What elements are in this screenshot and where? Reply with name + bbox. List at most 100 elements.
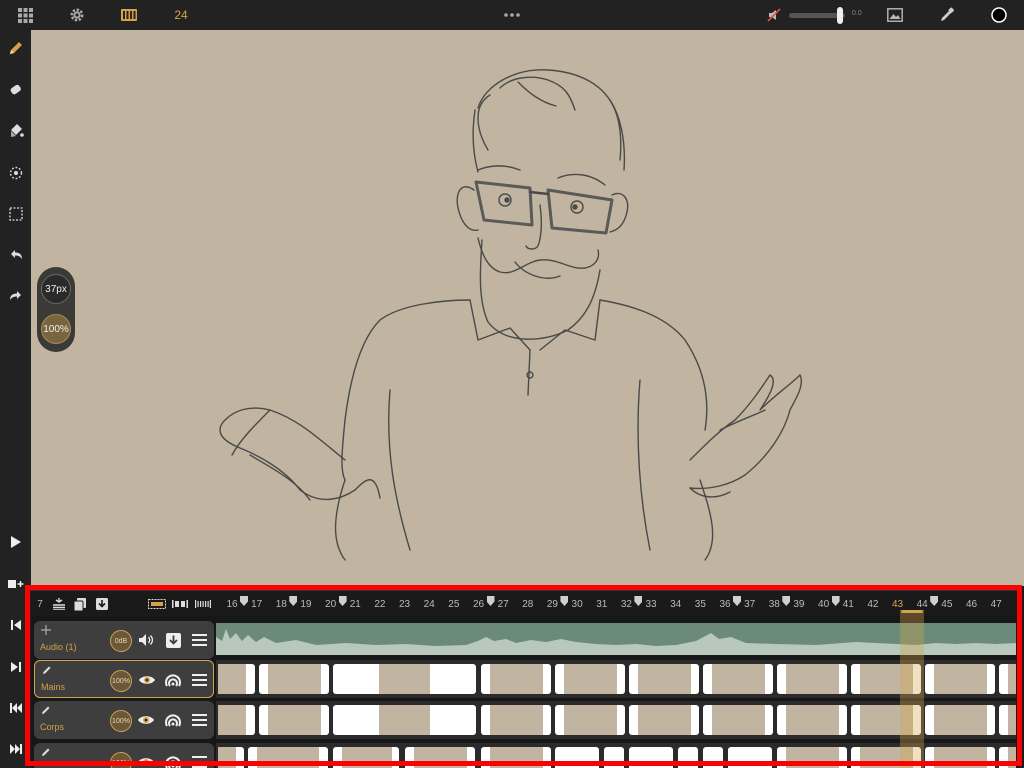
frame-number-label[interactable]: 31	[596, 599, 607, 610]
keyframe-marker[interactable]	[486, 596, 495, 606]
frame-number-label[interactable]: 21	[350, 599, 361, 610]
frame-number-label[interactable]: 25	[448, 599, 459, 610]
frame-number-label[interactable]: 16	[226, 599, 237, 610]
keyframe-marker[interactable]	[831, 596, 840, 606]
keyframe-marker[interactable]	[289, 596, 298, 606]
onion-skin-rings-icon[interactable]	[163, 710, 183, 730]
audio-waveform[interactable]	[216, 623, 1016, 655]
frame-number-label[interactable]: 28	[522, 599, 533, 610]
lasso-icon[interactable]	[3, 160, 29, 186]
frame-number-label[interactable]: 17	[251, 599, 262, 610]
frame-number-label[interactable]: 26	[473, 599, 484, 610]
jump-start-icon[interactable]	[3, 612, 29, 638]
import-icon[interactable]	[95, 597, 109, 611]
visibility-eye-icon[interactable]	[136, 752, 156, 768]
keyframe-marker[interactable]	[930, 596, 939, 606]
track-audio[interactable]: Audio (1) 0dB	[34, 621, 214, 659]
speaker-icon[interactable]	[136, 630, 156, 650]
prev-frame-icon[interactable]	[3, 695, 29, 721]
more-dots-icon[interactable]	[500, 0, 524, 30]
film-strip-icon[interactable]	[118, 0, 140, 30]
frame-number-label[interactable]: 43	[892, 599, 903, 610]
color-swatch-icon[interactable]	[988, 0, 1010, 30]
paint-bucket-icon[interactable]	[3, 118, 29, 144]
track-mains[interactable]: Mains 100%	[34, 660, 214, 698]
drawing-canvas[interactable]	[31, 30, 1024, 586]
frame-number-label[interactable]: 20	[325, 599, 336, 610]
keyframe-marker[interactable]	[733, 596, 741, 606]
copy-frame-icon[interactable]	[73, 597, 87, 611]
frame-number-label[interactable]: 38	[769, 599, 780, 610]
brush-opacity-button[interactable]: 100%	[41, 314, 71, 344]
third-frame-cells[interactable]	[216, 743, 1016, 768]
gear-icon[interactable]	[66, 0, 88, 30]
visibility-eye-icon[interactable]	[137, 670, 157, 690]
fps-label[interactable]: 24	[170, 0, 192, 30]
frame-number-label[interactable]: 33	[645, 599, 656, 610]
eyedropper-icon[interactable]	[936, 0, 958, 30]
onion-skin-rings-icon[interactable]	[163, 752, 183, 768]
frame-number-label[interactable]: 27	[498, 599, 509, 610]
frame-number-label[interactable]: 40	[818, 599, 829, 610]
frame-number-label[interactable]: 23	[399, 599, 410, 610]
undo-icon[interactable]	[3, 242, 29, 268]
play-icon[interactable]	[3, 529, 29, 555]
frame-number-label[interactable]: 36	[719, 599, 730, 610]
onion-skin-icon[interactable]	[51, 597, 67, 611]
frame-number-label[interactable]: 30	[572, 599, 583, 610]
frame-number-label[interactable]: 24	[424, 599, 435, 610]
grid-icon[interactable]	[14, 0, 36, 30]
onion-skin-rings-icon[interactable]	[163, 670, 183, 690]
frame-range-icon[interactable]	[148, 597, 166, 611]
mains-frame-cells[interactable]	[216, 660, 1016, 698]
frame-number-label[interactable]: 37	[744, 599, 755, 610]
frame-number-label[interactable]: 47	[991, 599, 1002, 610]
timeline-zoom-icon[interactable]	[171, 597, 189, 611]
pencil-icon[interactable]	[3, 35, 29, 61]
track-corps[interactable]: Corps 100%	[34, 701, 214, 739]
playhead[interactable]	[900, 610, 924, 768]
opacity-badge[interactable]: 100%	[110, 670, 132, 692]
keyframe-marker[interactable]	[560, 596, 569, 606]
keyframe-marker[interactable]	[338, 596, 347, 606]
opacity-badge[interactable]: 100%	[110, 710, 132, 732]
frame-number-label[interactable]: 19	[300, 599, 311, 610]
jump-end-icon[interactable]	[3, 736, 29, 762]
mute-icon[interactable]	[764, 0, 784, 30]
track-menu-icon[interactable]	[189, 670, 209, 690]
keyframe-marker[interactable]	[634, 596, 643, 606]
frame-number-label[interactable]: 35	[695, 599, 706, 610]
keyframe-marker[interactable]	[240, 596, 248, 606]
opacity-badge[interactable]: 100%	[110, 752, 132, 768]
frame-number-label[interactable]: 41	[843, 599, 854, 610]
track-menu-icon[interactable]	[189, 630, 209, 650]
track-menu-icon[interactable]	[189, 710, 209, 730]
audio-level-badge[interactable]: 0dB	[110, 630, 132, 652]
frame-number-label[interactable]: 45	[941, 599, 952, 610]
track-third[interactable]: 100%	[34, 743, 214, 768]
eraser-icon[interactable]	[3, 77, 29, 103]
frame-number-label[interactable]: 18	[276, 599, 287, 610]
track-menu-icon[interactable]	[189, 752, 209, 768]
visibility-eye-icon[interactable]	[136, 710, 156, 730]
marquee-select-icon[interactable]	[3, 201, 29, 227]
frame-number-label[interactable]: 29	[547, 599, 558, 610]
frame-number-label[interactable]: 32	[621, 599, 632, 610]
export-audio-icon[interactable]	[163, 630, 183, 650]
frame-number-label[interactable]: 46	[966, 599, 977, 610]
frame-number-label[interactable]: 22	[374, 599, 385, 610]
frame-number-label[interactable]: 34	[670, 599, 681, 610]
playhead-handle[interactable]	[901, 610, 923, 613]
frame-number-label[interactable]: 39	[793, 599, 804, 610]
corps-frame-cells[interactable]	[216, 701, 1016, 739]
frame-number-label[interactable]: 42	[867, 599, 878, 610]
image-icon[interactable]	[884, 0, 906, 30]
timeline-zoom-dense-icon[interactable]	[194, 597, 212, 611]
brush-size-button[interactable]: 37px	[41, 274, 71, 304]
keyframe-marker[interactable]	[782, 596, 791, 606]
volume-slider-knob[interactable]	[837, 7, 843, 24]
add-frame-icon[interactable]	[3, 571, 29, 597]
frame-number-label[interactable]: 44	[917, 599, 928, 610]
next-frame-icon[interactable]	[3, 654, 29, 680]
frame-ruler[interactable]: 7 16 17 18 19 20 21 22 23 24 25 26 27 28 29 30 31 32 33 34…	[31, 590, 1019, 616]
